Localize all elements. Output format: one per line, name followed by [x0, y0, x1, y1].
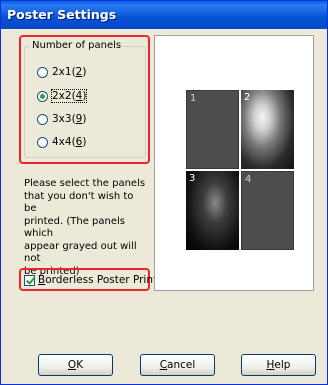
radio-2x1[interactable]: 2x1(2): [37, 64, 86, 80]
radio-4x4-indicator[interactable]: [37, 136, 48, 148]
radio-3x3-indicator[interactable]: [37, 113, 48, 125]
radio-4x4[interactable]: 4x4(6): [37, 134, 86, 150]
preview-panel-3[interactable]: 3: [186, 171, 239, 250]
panel-3-number: 3: [189, 173, 196, 184]
radio-2x2[interactable]: 2x2(4): [37, 88, 88, 104]
cancel-button[interactable]: Cancel: [140, 354, 215, 376]
radio-2x1-label: 2x1(2): [52, 66, 87, 78]
preview-panel-2[interactable]: 2: [241, 90, 294, 169]
ok-button[interactable]: OK: [38, 354, 113, 376]
panel-preview-area: 1 2 3 4: [154, 35, 314, 291]
dialog-title: Poster Settings: [1, 1, 327, 29]
panel-4-number: 4: [245, 174, 252, 185]
panel-1-number: 1: [190, 93, 197, 104]
radio-3x3[interactable]: 3x3(9): [37, 111, 86, 127]
borderless-checkbox-label: Borderless Poster Print: [38, 274, 158, 286]
number-of-panels-label: Number of panels: [30, 40, 124, 52]
borderless-poster-print-checkbox[interactable]: Borderless Poster Print: [24, 273, 157, 287]
help-button[interactable]: Help: [241, 354, 316, 376]
panel-2-number: 2: [244, 92, 251, 103]
preview-panel-4[interactable]: 4: [241, 171, 294, 250]
radio-3x3-label: 3x3(9): [52, 113, 87, 125]
radio-2x1-indicator[interactable]: [37, 66, 48, 78]
borderless-checkbox-box[interactable]: [24, 274, 35, 286]
radio-2x2-indicator[interactable]: [37, 90, 48, 102]
preview-panel-1[interactable]: 1: [186, 90, 239, 169]
radio-2x2-label: 2x2(4): [50, 89, 88, 103]
radio-4x4-label: 4x4(6): [52, 136, 87, 148]
panel-selection-instructions: Please select the panels that you don't …: [24, 178, 146, 277]
